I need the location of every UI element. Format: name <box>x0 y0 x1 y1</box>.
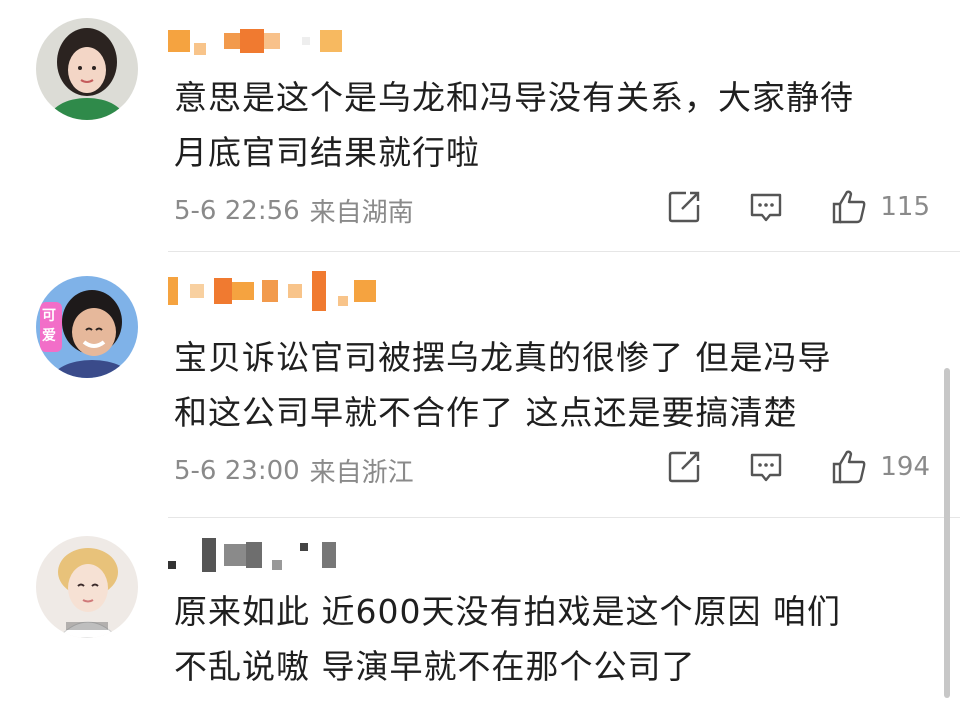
comment-item: 可爱 宝贝诉讼官司被摆乌龙真的很惨了 但是冯导 和这公司早就不合作了 这点还是要… <box>0 252 960 518</box>
comment-actions: 115 <box>666 188 930 226</box>
share-icon <box>666 449 702 485</box>
comment-location: 来自浙江 <box>309 458 414 488</box>
reply-button[interactable] <box>748 189 784 225</box>
comment-meta: 5-6 22:56 来自湖南 <box>174 192 414 229</box>
avatar-badge: 可爱 <box>42 308 56 344</box>
scrollbar[interactable] <box>944 368 950 698</box>
comment-location: 来自湖南 <box>309 198 414 228</box>
avatar[interactable] <box>36 536 138 638</box>
like-button[interactable]: 115 <box>830 188 930 226</box>
comment-item: 意思是这个是乌龙和冯导没有关系，大家静待 月底官司结果就行啦 5-6 22:56… <box>0 0 960 252</box>
comment-text: 原来如此 近600天没有拍戏是这个原因 咱们 不乱说嗷 导演早就不在那个公司了 <box>174 592 841 686</box>
share-icon <box>666 189 702 225</box>
comment-actions: 194 <box>666 448 930 486</box>
like-count: 194 <box>880 452 930 482</box>
avatar[interactable]: 可爱 <box>36 276 138 378</box>
share-button[interactable] <box>666 189 702 225</box>
comment-meta: 5-6 23:00 来自浙江 <box>174 452 414 489</box>
share-button[interactable] <box>666 449 702 485</box>
comment-date: 5-6 23:00 <box>174 455 300 486</box>
reply-button[interactable] <box>748 449 784 485</box>
username-blurred[interactable] <box>168 270 376 312</box>
like-icon <box>830 448 868 486</box>
comment-date: 5-6 22:56 <box>174 195 300 226</box>
like-icon <box>830 188 868 226</box>
comment-icon <box>748 449 784 485</box>
like-button[interactable]: 194 <box>830 448 930 486</box>
username-blurred[interactable] <box>168 534 336 576</box>
comment-item: 原来如此 近600天没有拍戏是这个原因 咱们 不乱说嗷 导演早就不在那个公司了 <box>0 518 960 706</box>
avatar[interactable] <box>36 18 138 120</box>
like-count: 115 <box>880 192 930 222</box>
comment-icon <box>748 189 784 225</box>
username-blurred[interactable] <box>168 20 342 62</box>
comment-text: 宝贝诉讼官司被摆乌龙真的很惨了 但是冯导 和这公司早就不合作了 这点还是要搞清楚 <box>174 338 832 432</box>
comment-text: 意思是这个是乌龙和冯导没有关系，大家静待 月底官司结果就行啦 <box>174 78 854 172</box>
